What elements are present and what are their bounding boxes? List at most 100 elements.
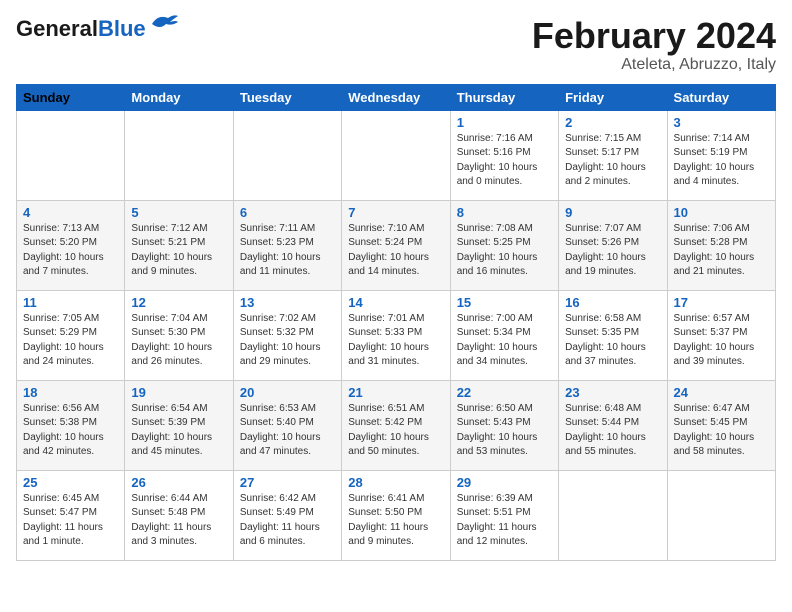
calendar-cell: 18Sunrise: 6:56 AM Sunset: 5:38 PM Dayli…: [17, 380, 125, 470]
day-number: 8: [457, 205, 552, 220]
day-number: 10: [674, 205, 769, 220]
day-number: 19: [131, 385, 226, 400]
day-number: 26: [131, 475, 226, 490]
day-info: Sunrise: 6:56 AM Sunset: 5:38 PM Dayligh…: [23, 402, 118, 460]
calendar-cell: 7 Sunrise: 7:10 AM Sunset: 5:24 PM Daylig…: [342, 200, 450, 290]
day-number: 20: [240, 385, 335, 400]
week-row-3: 11 Sunrise: 7:05 AM Sunset: 5:29 PM Dayli…: [17, 290, 776, 380]
calendar-cell: 4 Sunrise: 7:13 AM Sunset: 5:20 PM Daylig…: [17, 200, 125, 290]
day-info: Sunrise: 7:01 AM Sunset: 5:33 PM Dayligh…: [348, 312, 443, 370]
logo-blue: Blue: [98, 16, 146, 41]
day-number: 4: [23, 205, 118, 220]
week-row-4: 18Sunrise: 6:56 AM Sunset: 5:38 PM Dayli…: [17, 380, 776, 470]
calendar-cell: 23 Sunrise: 6:48 AM Sunset: 5:44 PM Dayli…: [559, 380, 667, 470]
calendar-cell: 1 Sunrise: 7:16 AM Sunset: 5:16 PM Daylig…: [450, 110, 558, 200]
logo: GeneralBlue: [16, 16, 180, 42]
day-info: Sunrise: 7:07 AM Sunset: 5:26 PM Dayligh…: [565, 222, 660, 280]
calendar-cell: 8 Sunrise: 7:08 AM Sunset: 5:25 PM Daylig…: [450, 200, 558, 290]
calendar-cell: 3Sunrise: 7:14 AM Sunset: 5:19 PM Daylig…: [667, 110, 775, 200]
calendar-cell: 19 Sunrise: 6:54 AM Sunset: 5:39 PM Dayli…: [125, 380, 233, 470]
week-row-5: 25 Sunrise: 6:45 AM Sunset: 5:47 PM Dayli…: [17, 470, 776, 560]
week-row-2: 4 Sunrise: 7:13 AM Sunset: 5:20 PM Daylig…: [17, 200, 776, 290]
day-info: Sunrise: 6:57 AM Sunset: 5:37 PM Dayligh…: [674, 312, 769, 370]
day-info: Sunrise: 6:45 AM Sunset: 5:47 PM Dayligh…: [23, 492, 118, 550]
calendar-cell: [233, 110, 341, 200]
calendar-cell: [342, 110, 450, 200]
calendar-cell: 16 Sunrise: 6:58 AM Sunset: 5:35 PM Dayli…: [559, 290, 667, 380]
calendar-cell: 12 Sunrise: 7:04 AM Sunset: 5:30 PM Dayli…: [125, 290, 233, 380]
day-info: Sunrise: 7:10 AM Sunset: 5:24 PM Dayligh…: [348, 222, 443, 280]
calendar-cell: 13 Sunrise: 7:02 AM Sunset: 5:32 PM Dayli…: [233, 290, 341, 380]
day-info: Sunrise: 6:51 AM Sunset: 5:42 PM Dayligh…: [348, 402, 443, 460]
day-info: Sunrise: 6:58 AM Sunset: 5:35 PM Dayligh…: [565, 312, 660, 370]
calendar-cell: 20 Sunrise: 6:53 AM Sunset: 5:40 PM Dayli…: [233, 380, 341, 470]
weekday-header-monday: Monday: [125, 84, 233, 110]
day-number: 7: [348, 205, 443, 220]
day-number: 2: [565, 115, 660, 130]
weekday-header-thursday: Thursday: [450, 84, 558, 110]
day-info: Sunrise: 7:16 AM Sunset: 5:16 PM Dayligh…: [457, 132, 552, 190]
day-info: Sunrise: 7:15 AM Sunset: 5:17 PM Dayligh…: [565, 132, 660, 190]
day-info: Sunrise: 7:06 AM Sunset: 5:28 PM Dayligh…: [674, 222, 769, 280]
day-number: 13: [240, 295, 335, 310]
day-info: Sunrise: 7:08 AM Sunset: 5:25 PM Dayligh…: [457, 222, 552, 280]
day-info: Sunrise: 7:04 AM Sunset: 5:30 PM Dayligh…: [131, 312, 226, 370]
week-row-1: 1 Sunrise: 7:16 AM Sunset: 5:16 PM Daylig…: [17, 110, 776, 200]
calendar-cell: [667, 470, 775, 560]
calendar-cell: 29 Sunrise: 6:39 AM Sunset: 5:51 PM Dayli…: [450, 470, 558, 560]
day-number: 27: [240, 475, 335, 490]
day-info: Sunrise: 6:41 AM Sunset: 5:50 PM Dayligh…: [348, 492, 443, 550]
location-subtitle: Ateleta, Abruzzo, Italy: [532, 56, 776, 74]
day-number: 15: [457, 295, 552, 310]
day-number: 23: [565, 385, 660, 400]
day-number: 21: [348, 385, 443, 400]
day-info: Sunrise: 6:48 AM Sunset: 5:44 PM Dayligh…: [565, 402, 660, 460]
calendar-cell: [17, 110, 125, 200]
calendar-cell: 28 Sunrise: 6:41 AM Sunset: 5:50 PM Dayli…: [342, 470, 450, 560]
weekday-header-sunday: Sunday: [17, 84, 125, 110]
day-number: 29: [457, 475, 552, 490]
day-info: Sunrise: 6:42 AM Sunset: 5:49 PM Dayligh…: [240, 492, 335, 550]
calendar-cell: 5 Sunrise: 7:12 AM Sunset: 5:21 PM Daylig…: [125, 200, 233, 290]
day-info: Sunrise: 6:54 AM Sunset: 5:39 PM Dayligh…: [131, 402, 226, 460]
calendar-cell: 11 Sunrise: 7:05 AM Sunset: 5:29 PM Dayli…: [17, 290, 125, 380]
day-number: 24: [674, 385, 769, 400]
day-number: 12: [131, 295, 226, 310]
day-info: Sunrise: 7:12 AM Sunset: 5:21 PM Dayligh…: [131, 222, 226, 280]
day-number: 3: [674, 115, 769, 130]
weekday-header-friday: Friday: [559, 84, 667, 110]
logo-general: General: [16, 16, 98, 41]
day-info: Sunrise: 7:00 AM Sunset: 5:34 PM Dayligh…: [457, 312, 552, 370]
day-info: Sunrise: 7:05 AM Sunset: 5:29 PM Dayligh…: [23, 312, 118, 370]
day-number: 1: [457, 115, 552, 130]
day-number: 22: [457, 385, 552, 400]
day-number: 14: [348, 295, 443, 310]
title-block: February 2024 Ateleta, Abruzzo, Italy: [532, 16, 776, 74]
day-info: Sunrise: 6:47 AM Sunset: 5:45 PM Dayligh…: [674, 402, 769, 460]
calendar-cell: 17Sunrise: 6:57 AM Sunset: 5:37 PM Dayli…: [667, 290, 775, 380]
calendar-cell: 2 Sunrise: 7:15 AM Sunset: 5:17 PM Daylig…: [559, 110, 667, 200]
calendar-cell: 9Sunrise: 7:07 AM Sunset: 5:26 PM Daylig…: [559, 200, 667, 290]
day-info: Sunrise: 6:53 AM Sunset: 5:40 PM Dayligh…: [240, 402, 335, 460]
day-number: 5: [131, 205, 226, 220]
calendar-cell: 21 Sunrise: 6:51 AM Sunset: 5:42 PM Dayli…: [342, 380, 450, 470]
day-number: 16: [565, 295, 660, 310]
day-number: 28: [348, 475, 443, 490]
day-info: Sunrise: 6:39 AM Sunset: 5:51 PM Dayligh…: [457, 492, 552, 550]
day-number: 25: [23, 475, 118, 490]
calendar-cell: 25 Sunrise: 6:45 AM Sunset: 5:47 PM Dayli…: [17, 470, 125, 560]
day-info: Sunrise: 6:50 AM Sunset: 5:43 PM Dayligh…: [457, 402, 552, 460]
day-info: Sunrise: 7:13 AM Sunset: 5:20 PM Dayligh…: [23, 222, 118, 280]
calendar-cell: 27 Sunrise: 6:42 AM Sunset: 5:49 PM Dayli…: [233, 470, 341, 560]
day-info: Sunrise: 7:11 AM Sunset: 5:23 PM Dayligh…: [240, 222, 335, 280]
day-number: 11: [23, 295, 118, 310]
calendar-cell: 15 Sunrise: 7:00 AM Sunset: 5:34 PM Dayli…: [450, 290, 558, 380]
calendar-cell: 14 Sunrise: 7:01 AM Sunset: 5:33 PM Dayli…: [342, 290, 450, 380]
day-number: 6: [240, 205, 335, 220]
weekday-header-row: SundayMondayTuesdayWednesdayThursdayFrid…: [17, 84, 776, 110]
calendar-table: SundayMondayTuesdayWednesdayThursdayFrid…: [16, 84, 776, 561]
calendar-cell: [559, 470, 667, 560]
weekday-header-tuesday: Tuesday: [233, 84, 341, 110]
day-info: Sunrise: 7:02 AM Sunset: 5:32 PM Dayligh…: [240, 312, 335, 370]
calendar-cell: [125, 110, 233, 200]
